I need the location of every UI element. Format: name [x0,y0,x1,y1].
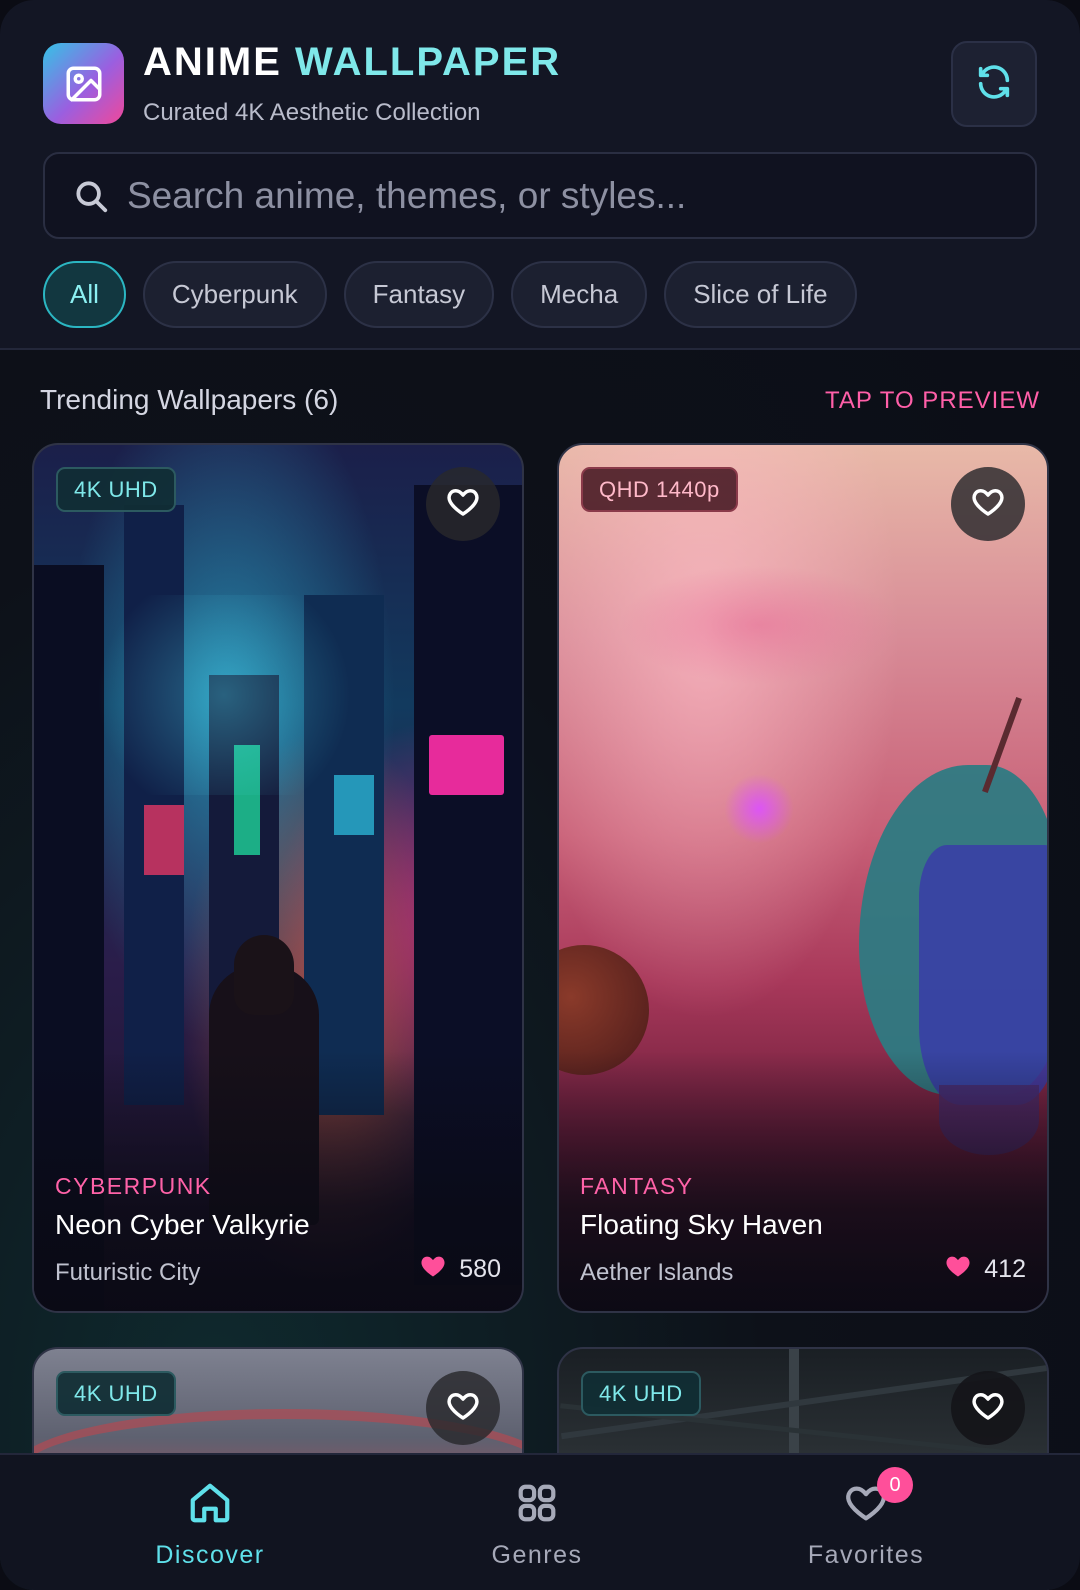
likes-value: 580 [459,1255,501,1283]
card-category: FANTASY [580,1173,694,1199]
nav-favorites-label: Favorites [807,1541,925,1569]
search-input[interactable] [127,154,1035,237]
favorite-button[interactable] [426,1371,500,1445]
card-subtitle: Aether Islands [580,1259,734,1286]
likes-value: 412 [984,1255,1026,1283]
likes-count: 412 [944,1252,1026,1287]
nav-discover[interactable]: Discover [100,1477,320,1577]
image-icon [43,43,124,124]
header: ANIME WALLPAPER Curated 4K Aesthetic Col… [0,0,1080,350]
refresh-button[interactable] [951,41,1037,127]
favorite-button[interactable] [951,1371,1025,1445]
filter-chips: All Cyberpunk Fantasy Mecha Slice of Lif… [43,261,857,328]
heart-outline-icon [445,1388,481,1429]
app-title: ANIME WALLPAPER [143,40,561,85]
nav-discover-label: Discover [155,1541,265,1569]
filter-chip-fantasy[interactable]: Fantasy [343,261,495,328]
filter-chip-all[interactable]: All [43,261,126,328]
resolution-badge: 4K UHD [56,1371,176,1416]
bottom-nav: Discover Genres 0 Favorites [0,1453,1080,1590]
card-title: Floating Sky Haven [580,1209,823,1240]
section-title: Trending Wallpapers (6) [40,384,339,415]
heart-filled-icon [944,1252,972,1287]
resolution-badge: QHD 1440p [581,467,738,512]
filter-chip-slice-of-life[interactable]: Slice of Life [664,261,857,328]
search-icon [71,176,111,216]
search-bar[interactable] [43,152,1037,239]
heart-outline-icon [970,484,1006,525]
app-title-accent: WALLPAPER [295,40,562,84]
refresh-icon [974,62,1014,107]
app-screen: ANIME WALLPAPER Curated 4K Aesthetic Col… [0,0,1080,1590]
home-icon [184,1477,236,1529]
filter-chip-mecha[interactable]: Mecha [511,261,648,328]
wallpaper-card[interactable]: 4K UHD CYBERPUNK Neon Cyber Valkyrie Fut… [32,443,524,1313]
likes-count: 580 [419,1252,501,1287]
nav-favorites[interactable]: 0 Favorites [756,1467,976,1577]
wallpaper-card[interactable]: QHD 1440p FANTASY Floating Sky Haven Aet… [557,443,1049,1313]
tap-to-preview-link[interactable]: TAP TO PREVIEW [825,387,1040,415]
heart-outline-icon [445,484,481,525]
card-title: Neon Cyber Valkyrie [55,1209,310,1240]
nav-genres[interactable]: Genres [427,1477,647,1577]
heart-filled-icon [419,1252,447,1287]
nav-genres-label: Genres [491,1541,583,1569]
app-subtitle: Curated 4K Aesthetic Collection [143,99,481,126]
app-title-main: ANIME [143,40,282,84]
resolution-badge: 4K UHD [56,467,176,512]
filter-chip-cyberpunk[interactable]: Cyberpunk [142,261,327,328]
card-category: CYBERPUNK [55,1173,212,1199]
favorites-count-badge: 0 [877,1467,913,1503]
favorite-button[interactable] [951,467,1025,541]
heart-outline-icon [970,1388,1006,1429]
resolution-badge: 4K UHD [581,1371,701,1416]
favorite-button[interactable] [426,467,500,541]
card-subtitle: Futuristic City [55,1259,201,1286]
grid-icon [511,1477,563,1529]
